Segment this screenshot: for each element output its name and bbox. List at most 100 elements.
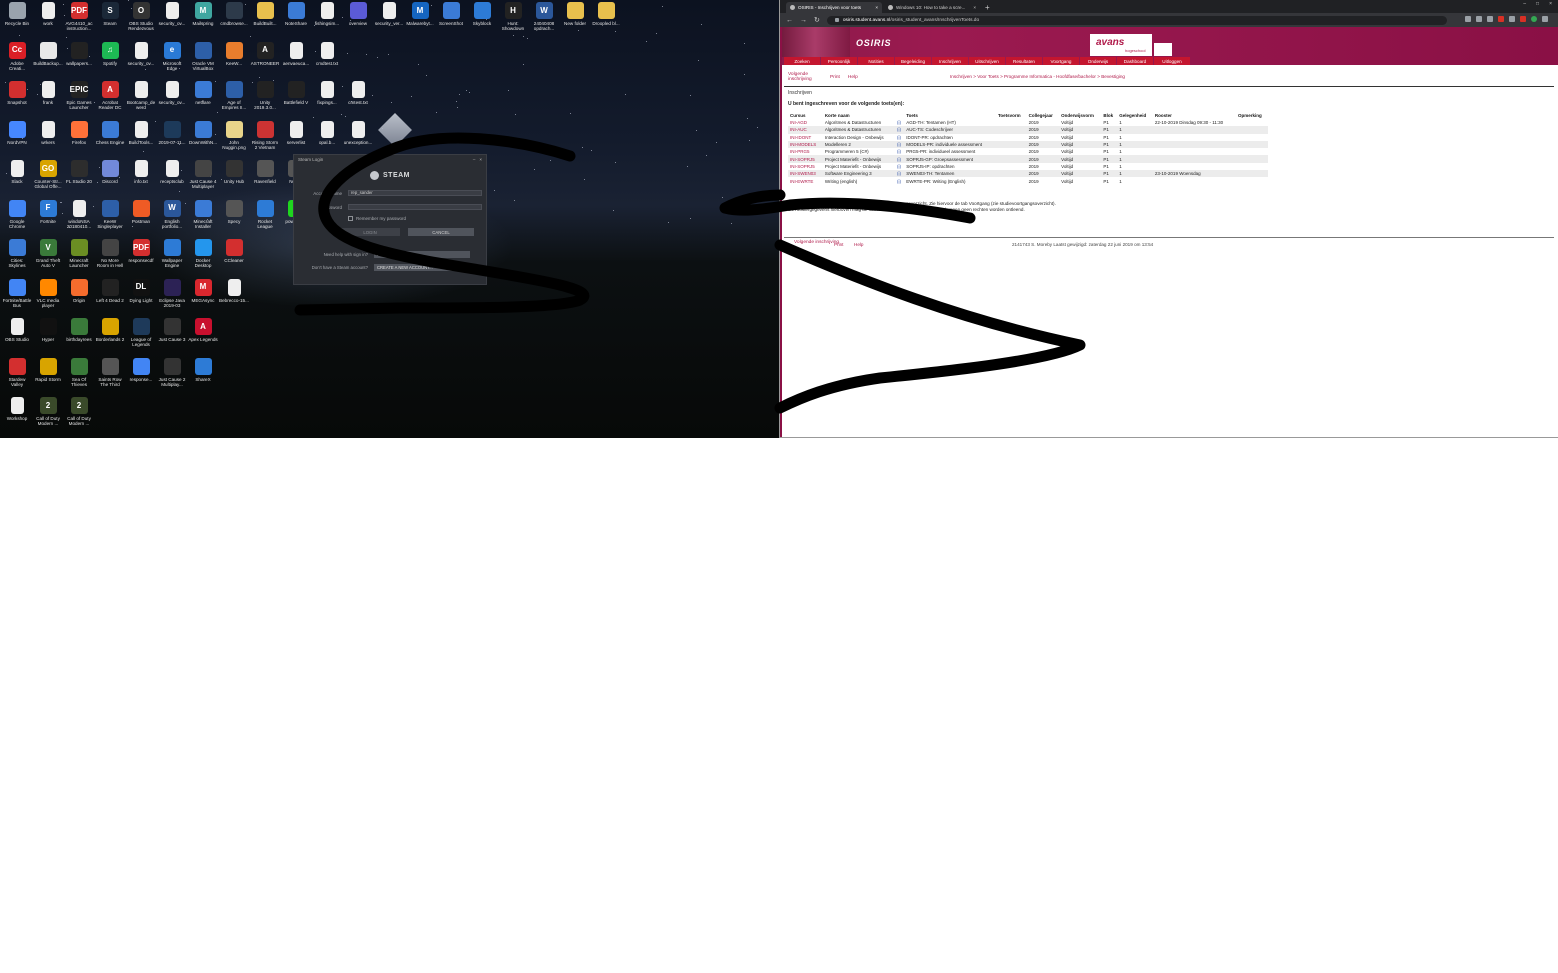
desktop-icon[interactable]: BuildBackup... bbox=[33, 41, 63, 80]
desktop-icon[interactable]: Slack bbox=[2, 160, 32, 198]
password-input[interactable] bbox=[348, 204, 482, 210]
desktop-icon[interactable]: windoNSA 20180410... bbox=[64, 199, 94, 238]
desktop-icon[interactable]: Saints Row The Third bbox=[95, 357, 125, 396]
remember-checkbox[interactable] bbox=[348, 216, 353, 221]
course-code-link[interactable]: INI-IDONT bbox=[788, 134, 823, 141]
course-code-link[interactable]: INI-SOPRJ5 bbox=[788, 163, 823, 170]
desktop-icon[interactable]: GO Counter-Str... Global Offe... bbox=[33, 160, 63, 198]
desktop-icon[interactable]: birthdayrees bbox=[64, 318, 94, 356]
info-icon[interactable]: (i) bbox=[895, 126, 905, 134]
desktop-icon[interactable]: H Hunt: Showdown bbox=[498, 2, 528, 40]
desktop-icon[interactable]: W English portfolio... bbox=[157, 199, 187, 238]
desktop-icon[interactable]: fishingsim... bbox=[312, 2, 342, 40]
desktop-icon[interactable]: wrkers bbox=[33, 120, 63, 159]
desktop-icon[interactable]: fixpings... bbox=[312, 81, 342, 119]
desktop-icon[interactable]: frank bbox=[33, 81, 63, 119]
desktop-icon[interactable]: KeeW... bbox=[219, 41, 249, 80]
footer-next-registration-link[interactable]: Volgende inschrijving bbox=[794, 240, 839, 245]
cancel-button[interactable]: CANCEL bbox=[408, 228, 474, 236]
main-nav-item[interactable]: Persoonlijk bbox=[821, 57, 857, 65]
main-nav-item[interactable]: Onderwijs bbox=[1080, 57, 1116, 65]
desktop-icon[interactable]: A ASTRONEER bbox=[250, 41, 280, 80]
url-input[interactable]: osiris.student.avans.nl/osiris_student_a… bbox=[826, 15, 1447, 25]
footer-help-link[interactable]: Help bbox=[854, 242, 863, 247]
desktop-icon[interactable]: Discord bbox=[95, 160, 125, 198]
maximize-icon[interactable]: □ bbox=[1536, 1, 1539, 7]
desktop-icon[interactable]: M Mailspring bbox=[188, 2, 218, 40]
desktop-icon[interactable]: Stardew Valley bbox=[2, 357, 32, 396]
breadcrumb[interactable]: Inschrijven > Voor Toets > Programme Inf… bbox=[950, 74, 1125, 79]
desktop-icon[interactable]: security_ov... bbox=[157, 81, 187, 119]
main-nav-item[interactable]: Inschrijven bbox=[932, 57, 968, 65]
minimize-icon[interactable]: – bbox=[473, 157, 476, 162]
desktop-icon[interactable]: Specy bbox=[219, 199, 249, 238]
desktop-icon[interactable]: New folder bbox=[560, 2, 590, 40]
extension-icon[interactable] bbox=[1498, 16, 1504, 22]
desktop-icon[interactable]: Bootcamp_dewerd bbox=[126, 81, 156, 119]
desktop-icon[interactable]: Firefox bbox=[64, 120, 94, 159]
desktop-icon[interactable]: No More Room in Hell bbox=[95, 239, 125, 277]
course-code-link[interactable]: INI-MODELS bbox=[788, 140, 823, 149]
help-link[interactable]: Help bbox=[848, 75, 858, 80]
desktop-icon[interactable]: work bbox=[33, 2, 63, 40]
desktop-icon[interactable]: Oracle VM VirtualBox bbox=[188, 41, 218, 80]
main-nav-item[interactable]: Notities bbox=[858, 57, 894, 65]
course-code-link[interactable]: INI-SWEN03 bbox=[788, 170, 823, 178]
desktop-icon[interactable]: ♫ Spotify bbox=[95, 41, 125, 80]
desktop-icon[interactable]: S Steam bbox=[95, 2, 125, 40]
tab-close-icon[interactable]: × bbox=[973, 5, 976, 10]
desktop-icon[interactable]: EPIC Epic Games Launcher bbox=[64, 81, 94, 119]
desktop-icon[interactable]: Postman bbox=[126, 199, 156, 238]
avatar[interactable] bbox=[1531, 16, 1537, 22]
info-icon[interactable]: (i) bbox=[895, 155, 905, 163]
desktop-icon[interactable]: cmdtest.txt bbox=[312, 41, 342, 80]
desktop-icon[interactable]: 2 Call of Duty Modern ... bbox=[33, 397, 63, 435]
login-button[interactable]: LOGIN bbox=[340, 228, 400, 236]
desktop-icon[interactable]: League of Legends bbox=[126, 318, 156, 356]
info-icon[interactable]: (i) bbox=[895, 170, 905, 178]
info-icon[interactable]: (i) bbox=[895, 140, 905, 149]
desktop-icon[interactable]: O OBS Studio Rendezvous bbox=[126, 2, 156, 40]
desktop-icon[interactable]: Origin bbox=[64, 278, 94, 317]
print-link[interactable]: Print bbox=[830, 75, 840, 80]
close-icon[interactable]: × bbox=[479, 157, 482, 162]
desktop-icon[interactable]: W 24040408 opdrach... bbox=[529, 2, 559, 40]
desktop-icon[interactable]: Left 4 Dead 2 bbox=[95, 278, 125, 317]
desktop-icon[interactable]: aenvaeuca... bbox=[281, 41, 311, 80]
desktop-icon[interactable]: security_ov... bbox=[126, 41, 156, 80]
desktop-icon[interactable]: Rapid Storm bbox=[33, 357, 63, 396]
desktop-icon[interactable]: ShareX bbox=[188, 357, 218, 396]
main-nav-item[interactable]: Begeleiding bbox=[895, 57, 931, 65]
desktop-icon[interactable]: V Grand Theft Auto V bbox=[33, 239, 63, 277]
desktop-icon[interactable]: info.txt bbox=[126, 160, 156, 198]
info-icon[interactable]: (i) bbox=[895, 119, 904, 126]
main-nav-item[interactable]: Voortgang bbox=[1043, 57, 1079, 65]
desktop-icon[interactable]: Sea Of Thieves bbox=[64, 357, 94, 396]
extension-icon[interactable] bbox=[1487, 16, 1493, 22]
desktop-icon[interactable]: Just Cause 3 bbox=[157, 318, 187, 356]
desktop-icon[interactable]: Workshop bbox=[2, 397, 32, 435]
desktop-icon[interactable]: Wallpaper Engine bbox=[157, 239, 187, 277]
main-nav-item[interactable]: Uitschrijven bbox=[969, 57, 1005, 65]
desktop-icon[interactable]: M MEGAsync bbox=[188, 278, 218, 317]
desktop-icon[interactable]: PDF AVG4410_ac instruction... bbox=[64, 2, 94, 40]
desktop-icon[interactable]: DownWithN... bbox=[188, 120, 218, 159]
desktop-icon[interactable]: opal.b... bbox=[312, 120, 342, 159]
menu-icon[interactable] bbox=[1542, 16, 1548, 22]
desktop-icon[interactable]: Recycle Bin bbox=[2, 2, 32, 40]
desktop-icon[interactable]: 2019-07-11... bbox=[157, 120, 187, 159]
extension-icon[interactable] bbox=[1520, 16, 1526, 22]
desktop-icon[interactable]: DL Dying Light bbox=[126, 278, 156, 317]
desktop-icon[interactable]: Google Chrome bbox=[2, 199, 32, 238]
desktop-icon[interactable]: overview bbox=[343, 2, 373, 40]
desktop-icon[interactable]: VLC media player bbox=[33, 278, 63, 317]
desktop-icon[interactable]: Hyper bbox=[33, 318, 63, 356]
extension-icon[interactable] bbox=[1509, 16, 1515, 22]
info-icon[interactable]: (i) bbox=[895, 177, 904, 184]
desktop-icon[interactable]: security_ver... bbox=[374, 2, 404, 40]
desktop-icon[interactable]: Rising Storm 2 Vietnam bbox=[250, 120, 280, 159]
desktop-icon[interactable]: Battlefield V bbox=[281, 81, 311, 119]
forward-icon[interactable]: → bbox=[800, 17, 807, 24]
desktop-icon[interactable]: Cc Adobe Creati... bbox=[2, 41, 32, 80]
desktop-icon[interactable]: Snapshot bbox=[2, 81, 32, 119]
